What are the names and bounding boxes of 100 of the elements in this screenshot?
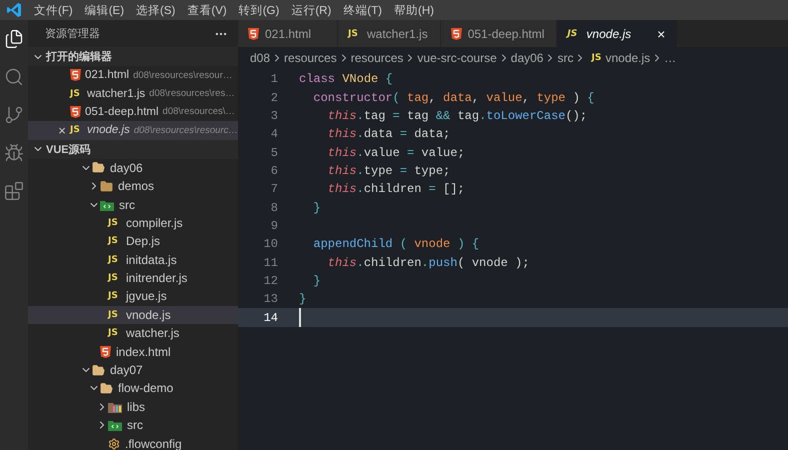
code-line: }: [312, 272, 321, 290]
js-file-icon: JS: [108, 254, 121, 265]
code-line: }: [299, 291, 306, 308]
line-number: 12: [262, 274, 278, 288]
open-editor-row[interactable]: 051-deep.html d08\resources\…: [28, 102, 238, 122]
line-number: 7: [270, 182, 278, 196]
code-line: constructor( tag, data, value, type ) {: [312, 90, 594, 107]
code-line: appendChild ( vnode ) {: [312, 236, 480, 254]
file-row[interactable]: JS Dep.js: [28, 232, 238, 251]
breadcrumb-item[interactable]: resources: [284, 50, 337, 64]
file-row[interactable]: index.html: [28, 342, 238, 361]
js-file-icon: JS: [108, 273, 121, 284]
open-editor-row[interactable]: 021.html d08\resources\resour…: [28, 66, 238, 84]
file-row[interactable]: JS watcher.js: [28, 324, 238, 342]
file-row[interactable]: JS initrender.js: [28, 268, 238, 288]
js-file-icon: JS: [70, 88, 83, 99]
folder-icon: [92, 161, 105, 174]
file-row[interactable]: JS jgvue.js: [28, 287, 238, 306]
breadcrumb-item[interactable]: day06: [510, 50, 544, 64]
folder-row[interactable]: day06: [28, 158, 238, 177]
folder-icon: [100, 382, 113, 395]
extensions-icon[interactable]: [3, 180, 25, 202]
breadcrumb-item[interactable]: src: [557, 50, 574, 64]
logo-icon: [6, 2, 22, 18]
code-folder-icon: [100, 198, 114, 211]
code-line: this.tag = tag && tag.toLowerCase();: [326, 108, 588, 125]
line-number: 8: [270, 200, 278, 215]
js-file-icon: JS: [567, 28, 580, 38]
section-header[interactable]: VUE源码: [28, 140, 238, 159]
code-line: this.value = value;: [326, 144, 465, 162]
line-number: 5: [270, 146, 278, 160]
editor-tab[interactable]: 021.html: [238, 20, 338, 47]
js-file-icon: JS: [108, 236, 121, 246]
editor-tab[interactable]: JS vnode.js ×: [557, 20, 678, 47]
line-number: 1: [270, 72, 278, 86]
line-number: 6: [270, 164, 278, 178]
open-editor-row[interactable]: JS watcher1.js d08\resources\res…: [28, 84, 238, 103]
folder-row[interactable]: day07: [28, 360, 238, 380]
breadcrumb-item[interactable]: vue-src-course: [417, 50, 497, 64]
js-file-icon: JS: [108, 310, 121, 320]
line-number: 11: [262, 256, 278, 270]
search-icon[interactable]: [3, 66, 25, 88]
text-cursor: [299, 308, 301, 327]
code-line: this.type = type;: [326, 162, 450, 180]
html-file-icon: [100, 346, 111, 358]
code-line: class VNode {: [299, 71, 393, 88]
menu-item[interactable]: 转到(G): [232, 2, 286, 18]
html-file-icon: [70, 106, 81, 118]
source-control-icon[interactable]: [3, 104, 25, 126]
section-header[interactable]: 打开的编辑器: [28, 47, 238, 66]
line-number: 14: [262, 310, 278, 325]
folder-row[interactable]: src: [28, 416, 238, 434]
breadcrumb-item[interactable]: resources: [350, 50, 404, 64]
breadcrumb-item[interactable]: …: [664, 50, 676, 64]
line-number: 4: [270, 127, 278, 142]
menu-item[interactable]: 编辑(E): [78, 2, 130, 18]
js-file-icon: JS: [348, 28, 361, 38]
line-number: 10: [262, 237, 278, 252]
line-number: 9: [270, 218, 278, 233]
menu-item[interactable]: 帮助(H): [388, 2, 440, 18]
folder-row[interactable]: src: [28, 195, 238, 214]
js-file-icon: JS: [108, 291, 121, 302]
file-row[interactable]: .flowconfig: [28, 434, 238, 450]
menu-item[interactable]: 查看(V): [181, 2, 233, 18]
js-file-icon: JS: [108, 328, 121, 338]
menu-item[interactable]: 运行(R): [285, 2, 338, 18]
editor-tab[interactable]: 051-deep.html: [440, 20, 558, 47]
code-line: this.children = [];: [326, 181, 465, 198]
open-editor-row[interactable]: × JS vnode.js d08\resources\resourc…: [28, 121, 238, 140]
editor-tab[interactable]: JS watcher1.js: [338, 20, 441, 47]
debug-icon[interactable]: [3, 142, 25, 164]
breadcrumb-item[interactable]: vnode.js: [605, 50, 650, 64]
code-line: this.children.push( vnode );: [326, 254, 530, 272]
js-file-icon: JS: [70, 125, 83, 136]
html-file-icon: [248, 28, 259, 40]
file-row[interactable]: JS compiler.js: [28, 214, 238, 232]
code-line: this.data = data;: [326, 126, 450, 144]
config-file-icon: [108, 438, 120, 450]
breadcrumb-item[interactable]: d08: [250, 50, 270, 64]
folder-icon: [92, 364, 105, 377]
folder-icon: [100, 180, 113, 193]
library-folder-icon: [108, 400, 122, 413]
file-row[interactable]: JS vnode.js: [28, 306, 238, 324]
close-icon[interactable]: ×: [56, 122, 68, 138]
menu-item[interactable]: 选择(S): [130, 2, 182, 18]
folder-row[interactable]: flow-demo: [28, 379, 238, 398]
html-file-icon: [70, 69, 81, 82]
file-row[interactable]: JS initdata.js: [28, 250, 238, 269]
explorer-icon[interactable]: [3, 28, 25, 50]
code-line: }: [312, 200, 321, 217]
folder-row[interactable]: demos: [28, 176, 238, 196]
menu-item[interactable]: 终端(T): [337, 2, 388, 18]
js-file-icon: JS: [108, 218, 121, 228]
folder-row[interactable]: libs: [28, 398, 238, 416]
html-file-icon: [450, 28, 462, 40]
line-number: 2: [270, 90, 278, 105]
line-number: 3: [270, 108, 278, 123]
code-folder-icon: [108, 419, 122, 432]
line-number: 13: [262, 292, 278, 306]
menu-item[interactable]: 文件(F): [28, 2, 79, 18]
